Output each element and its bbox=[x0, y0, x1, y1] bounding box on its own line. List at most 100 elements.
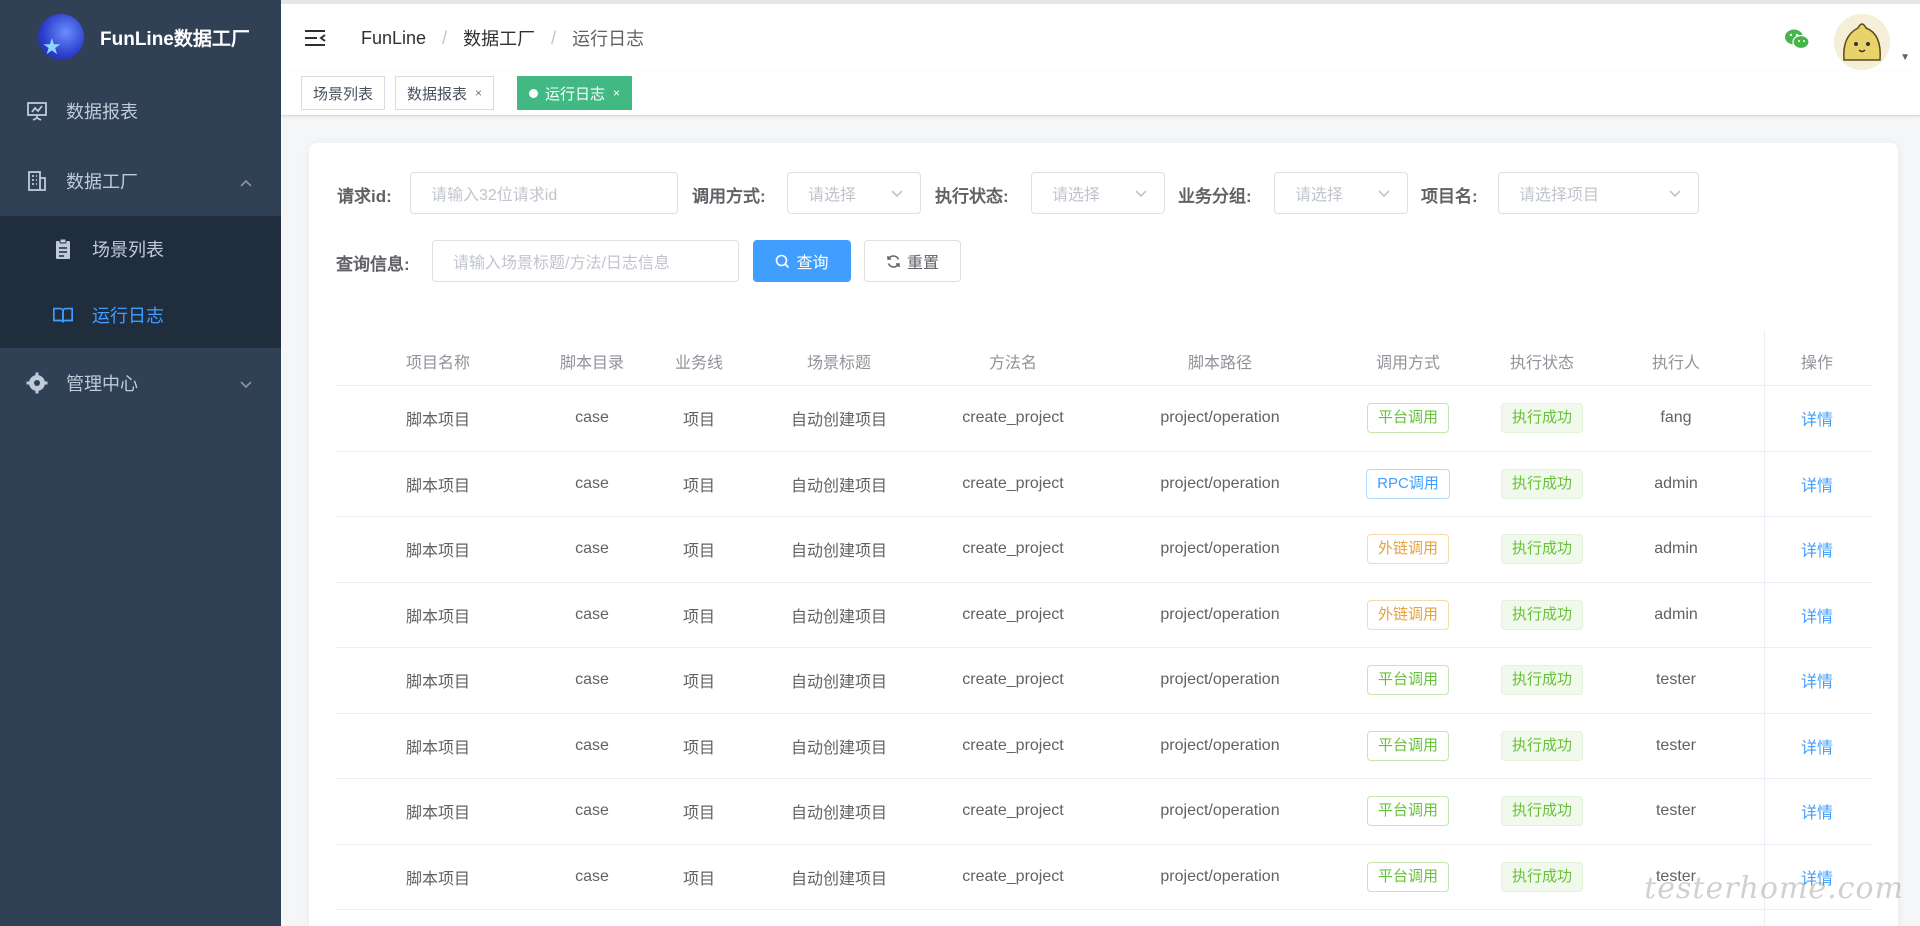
chevron-down-icon bbox=[1134, 186, 1148, 205]
detail-link[interactable]: 详情 bbox=[1801, 412, 1833, 429]
call-type-tag: 平台调用 bbox=[1366, 665, 1449, 696]
cell-text: admin bbox=[1654, 474, 1698, 492]
close-icon[interactable]: × bbox=[475, 86, 482, 100]
call-type-tag: 外链调用 bbox=[1366, 534, 1449, 565]
col-exec-status-header: 执行状态 bbox=[1509, 354, 1574, 372]
tag-scene-list[interactable]: 场景列表 bbox=[301, 76, 386, 110]
table-row: 脚本项目 case 项目 自动创建项目 create_project project/op… bbox=[336, 779, 1872, 845]
col-method: create_project bbox=[923, 671, 1103, 689]
avatar[interactable] bbox=[1834, 14, 1890, 70]
col-action-header: 操作 bbox=[1800, 354, 1833, 372]
caret-down-icon[interactable]: ▼ bbox=[1900, 52, 1910, 63]
chevron-down-icon bbox=[239, 374, 253, 395]
call-type-select[interactable]: 请选择 bbox=[787, 172, 921, 214]
col-method: create_project bbox=[923, 606, 1103, 624]
project-label: 项目名: bbox=[1421, 187, 1478, 206]
col-action: 详情 bbox=[1727, 603, 1907, 627]
col-executor-header: 执行人 bbox=[1651, 354, 1700, 372]
detail-link[interactable]: 详情 bbox=[1801, 478, 1833, 495]
col-script-path: project/operation bbox=[1130, 409, 1310, 427]
col-action: 详情 bbox=[1727, 406, 1907, 430]
cell-text: case bbox=[575, 671, 609, 689]
cell-text: admin bbox=[1654, 605, 1698, 623]
col-project-name: 脚本项目 bbox=[348, 406, 528, 430]
cell-text: 自动创建项目 bbox=[790, 739, 887, 757]
search-button[interactable]: 查询 bbox=[753, 240, 851, 282]
request-id-input[interactable]: 请输入32位请求id bbox=[410, 172, 678, 214]
col-project-name: 脚本项目 bbox=[348, 472, 528, 496]
call-type-tag: RPC调用 bbox=[1366, 468, 1450, 499]
exec-status-select[interactable]: 请选择 bbox=[1031, 172, 1165, 214]
reset-button[interactable]: 重置 bbox=[864, 240, 961, 282]
col-project-name-header: 项目名称 bbox=[405, 354, 470, 372]
watermark: testerhome.com bbox=[1644, 871, 1904, 906]
detail-link[interactable]: 详情 bbox=[1801, 805, 1833, 822]
detail-link[interactable]: 详情 bbox=[1801, 543, 1833, 560]
cell-text: 项目 bbox=[682, 870, 715, 888]
top-navbar: FunLine / 数据工厂 / 运行日志 ▼ bbox=[281, 0, 1920, 72]
detail-link[interactable]: 详情 bbox=[1801, 609, 1833, 626]
log-table: 项目名称 脚本目录 业务线 场景标题 方法名 脚本路径 调用方式 执行状态 执行人 操作 脚本项目… bbox=[336, 336, 1872, 910]
cell-text: 自动创建项目 bbox=[790, 870, 887, 888]
hamburger-icon[interactable] bbox=[303, 28, 327, 48]
status-badge: 执行成功 bbox=[1500, 730, 1583, 761]
cell-text: case bbox=[575, 474, 609, 492]
detail-link[interactable]: 详情 bbox=[1801, 740, 1833, 757]
col-script-path: project/operation bbox=[1130, 475, 1310, 493]
table-row: 脚本项目 case 项目 自动创建项目 create_project project/op… bbox=[336, 386, 1872, 452]
cell-text: 自动创建项目 bbox=[790, 543, 887, 561]
cell-text: 项目 bbox=[682, 477, 715, 495]
cell-text: project/operation bbox=[1160, 474, 1280, 492]
biz-group-select[interactable]: 请选择 bbox=[1274, 172, 1408, 214]
col-scene-title: 自动创建项目 bbox=[749, 734, 929, 758]
cell-text: 脚本项目 bbox=[405, 477, 470, 495]
tag-label: 场景列表 bbox=[313, 85, 374, 103]
close-icon[interactable]: × bbox=[613, 86, 620, 100]
call-type-tag: 平台调用 bbox=[1366, 730, 1449, 761]
sidebar-item-run-log[interactable]: 运行日志 bbox=[0, 282, 281, 348]
cell-text: project/operation bbox=[1160, 671, 1280, 689]
status-badge: 执行成功 bbox=[1500, 796, 1583, 827]
sidebar-item-admin-center[interactable]: 管理中心 bbox=[0, 348, 281, 418]
col-method: create_project bbox=[923, 802, 1103, 820]
tag-run-log[interactable]: 运行日志 × bbox=[517, 76, 633, 110]
sidebar-item-scene-list[interactable]: 场景列表 bbox=[0, 216, 281, 282]
col-scene-title: 自动创建项目 bbox=[749, 472, 929, 496]
query-info-input[interactable]: 请输入场景标题/方法/日志信息 bbox=[432, 240, 739, 282]
cell-text: create_project bbox=[962, 867, 1064, 885]
col-biz-line-header: 业务线 bbox=[674, 354, 723, 372]
col-call-type-header: 调用方式 bbox=[1375, 354, 1440, 372]
col-method: create_project bbox=[923, 868, 1103, 886]
cell-text: create_project bbox=[962, 605, 1064, 623]
logo[interactable]: ★ FunLine数据工厂 bbox=[0, 0, 281, 74]
col-script-path: project/operation bbox=[1130, 671, 1310, 689]
cell-text: case bbox=[575, 605, 609, 623]
sidebar: ★ FunLine数据工厂 数据报表 数据工厂 场景列表 运行日志 管理中心 bbox=[0, 0, 281, 926]
tag-data-report[interactable]: 数据报表 × bbox=[395, 76, 495, 110]
sidebar-item-data-report[interactable]: 数据报表 bbox=[0, 76, 281, 146]
cell-text: 项目 bbox=[682, 608, 715, 626]
chevron-down-icon bbox=[890, 186, 904, 205]
breadcrumb-item[interactable]: FunLine bbox=[361, 28, 426, 49]
project-select[interactable]: 请选择项目 bbox=[1498, 172, 1699, 214]
cell-text: project/operation bbox=[1160, 867, 1280, 885]
col-project-name: 脚本项目 bbox=[348, 799, 528, 823]
breadcrumb-item[interactable]: 数据工厂 bbox=[463, 25, 535, 51]
tags-view: 场景列表 数据报表 × 运行日志 × bbox=[281, 72, 1920, 116]
cell-text: fang bbox=[1660, 409, 1692, 427]
refresh-icon bbox=[886, 254, 901, 269]
cell-text: 脚本项目 bbox=[405, 608, 470, 626]
call-type-tag: 外链调用 bbox=[1366, 599, 1449, 630]
detail-link[interactable]: 详情 bbox=[1801, 674, 1833, 691]
sidebar-item-label: 数据工厂 bbox=[66, 172, 138, 192]
cell-text: case bbox=[575, 540, 609, 558]
fixed-column-divider bbox=[1764, 330, 1765, 926]
cell-text: 自动创建项目 bbox=[790, 477, 887, 495]
exec-status-label: 执行状态: bbox=[935, 187, 1009, 206]
sidebar-item-data-factory[interactable]: 数据工厂 bbox=[0, 146, 281, 216]
col-method: create_project bbox=[923, 737, 1103, 755]
cell-text: create_project bbox=[962, 736, 1064, 754]
biz-group-label: 业务分组: bbox=[1178, 187, 1252, 206]
col-project-name: 脚本项目 bbox=[348, 537, 528, 561]
wechat-icon[interactable] bbox=[1784, 28, 1810, 55]
